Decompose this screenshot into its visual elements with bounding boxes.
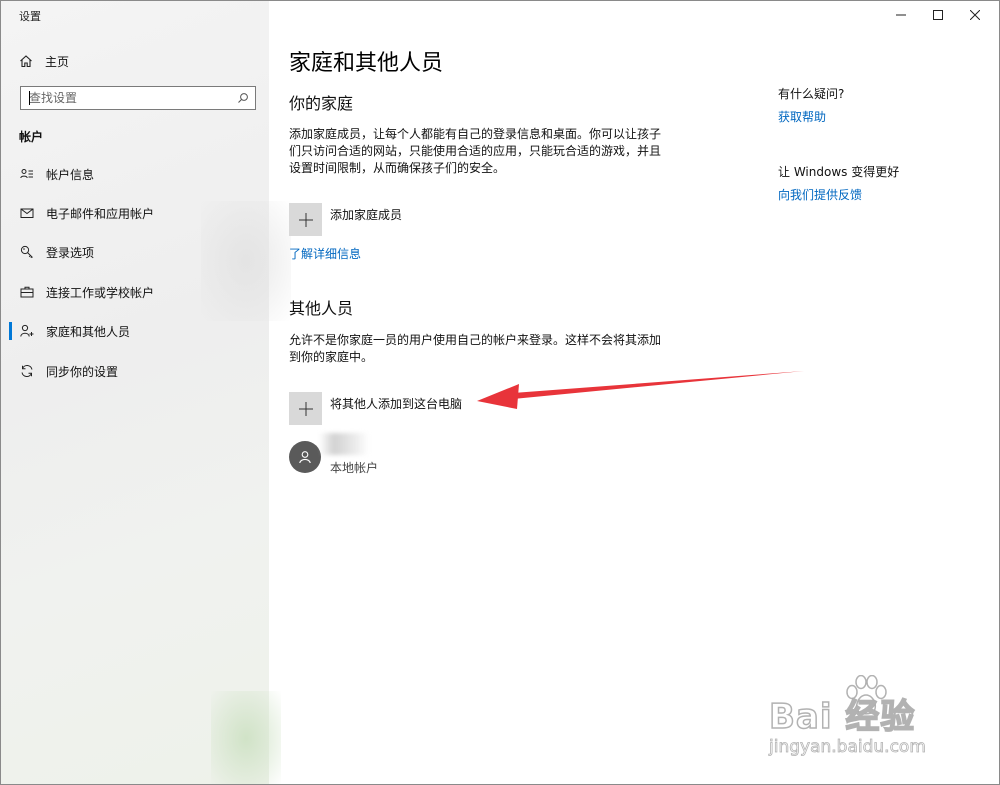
sidebar: 设置 主页 帐户 帐户信息 电子邮件和应用帐户	[1, 1, 291, 784]
add-other-user-button[interactable]: 将其他人添加到这台电脑	[289, 392, 462, 426]
settings-window: 设置 主页 帐户 帐户信息 电子邮件和应用帐户	[0, 0, 1000, 785]
learn-more-link[interactable]: 了解详细信息	[289, 245, 361, 262]
close-button[interactable]	[958, 1, 992, 29]
feedback-link[interactable]: 向我们提供反馈	[778, 186, 862, 203]
baidu-watermark: Bai 经验 jingyan.baidu.com	[761, 673, 971, 768]
sidebar-item-label: 同步你的设置	[46, 364, 119, 379]
improve-windows-text: 让 Windows 变得更好	[778, 165, 900, 179]
search-icon[interactable]	[237, 89, 249, 108]
sidebar-item-email[interactable]: 电子邮件和应用帐户	[1, 198, 269, 228]
person-add-icon	[20, 324, 34, 338]
family-description: 添加家庭成员，让每个人都能有自己的登录信息和桌面。你可以让孩子们只访问合适的网站…	[289, 127, 662, 175]
sidebar-section-heading: 帐户	[19, 130, 44, 144]
family-heading: 你的家庭	[289, 94, 354, 113]
user-account-type: 本地帐户	[330, 461, 379, 475]
account-info-icon	[20, 167, 34, 181]
mail-icon	[20, 206, 34, 220]
watermark-main-text: Bai 经验	[768, 696, 916, 738]
window-title: 设置	[19, 10, 41, 23]
page-title: 家庭和其他人员	[289, 51, 444, 76]
person-icon	[299, 451, 311, 464]
watermark-url: jingyan.baidu.com	[769, 737, 927, 758]
minimize-icon	[896, 14, 906, 16]
add-other-user-label: 将其他人添加到这台电脑	[330, 397, 463, 411]
sidebar-item-label: 连接工作或学校帐户	[46, 285, 155, 300]
sidebar-item-label: 电子邮件和应用帐户	[46, 206, 155, 221]
red-arrow-annotation	[477, 371, 804, 409]
maximize-icon	[933, 10, 943, 20]
home-icon	[19, 54, 37, 68]
get-help-link[interactable]: 获取帮助	[778, 108, 826, 125]
minimize-button[interactable]	[884, 1, 918, 29]
close-icon	[970, 10, 980, 20]
search-input[interactable]	[29, 91, 237, 105]
plus-icon	[289, 392, 322, 425]
help-question: 有什么疑问?	[778, 87, 845, 101]
sync-icon	[20, 364, 34, 378]
add-family-member-button[interactable]: 添加家庭成员	[289, 203, 402, 237]
sidebar-item-signin[interactable]: 登录选项	[1, 237, 269, 267]
sidebar-item-label: 帐户信息	[46, 167, 95, 182]
plus-icon	[289, 203, 322, 236]
sidebar-home-label: 主页	[45, 54, 70, 69]
sidebar-item-account-info[interactable]: 帐户信息	[1, 159, 269, 189]
sidebar-item-label: 登录选项	[46, 245, 95, 260]
sidebar-item-work-school[interactable]: 连接工作或学校帐户	[1, 277, 269, 307]
sidebar-item-family[interactable]: 家庭和其他人员	[1, 316, 269, 346]
sidebar-item-sync[interactable]: 同步你的设置	[1, 356, 269, 386]
blurred-user-name	[319, 433, 369, 455]
key-icon	[20, 245, 34, 259]
sidebar-item-label: 家庭和其他人员	[46, 324, 131, 339]
others-description: 允许不是你家庭一员的用户使用自己的帐户来登录。这样不会将其添加到你的家庭中。	[289, 333, 662, 364]
search-box[interactable]	[20, 86, 256, 110]
add-family-member-label: 添加家庭成员	[330, 208, 403, 222]
sidebar-home[interactable]: 主页	[19, 51, 69, 71]
others-heading: 其他人员	[289, 299, 354, 318]
maximize-button[interactable]	[921, 1, 955, 29]
briefcase-icon	[20, 285, 34, 299]
avatar	[289, 441, 321, 473]
